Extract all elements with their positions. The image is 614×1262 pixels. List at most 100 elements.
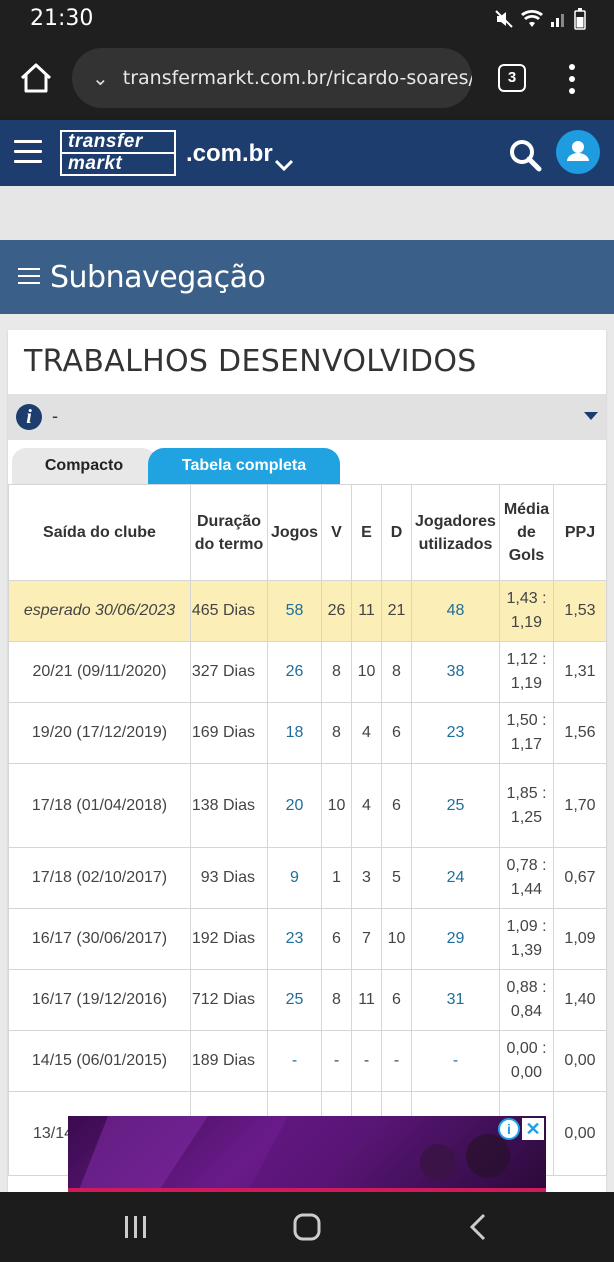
- wins-cell: 8: [321, 969, 352, 1031]
- games-link[interactable]: 58: [267, 580, 322, 642]
- table-row: 20/21 (09/11/2020) 327 Dias 26 8 10 8 38…: [8, 641, 607, 703]
- search-icon[interactable]: [508, 138, 542, 172]
- table-row: 16/17 (30/06/2017) 192 Dias 23 6 7 10 29…: [8, 908, 607, 970]
- table-row: 14/15 (06/01/2015) 189 Dias - - - - - 0,…: [8, 1030, 607, 1092]
- ad-close-icon[interactable]: ✕: [522, 1118, 544, 1140]
- subnav-menu-icon: [18, 268, 40, 286]
- user-account-icon[interactable]: [556, 130, 600, 174]
- site-header: transfer markt .com.br: [0, 120, 614, 186]
- losses-cell: 6: [381, 702, 412, 764]
- dropdown-arrow-icon[interactable]: [584, 412, 598, 420]
- losses-cell: -: [381, 1030, 412, 1092]
- duration-cell: 93 Dias: [190, 847, 268, 909]
- players-link[interactable]: 29: [411, 908, 500, 970]
- back-nav-icon[interactable]: [466, 1212, 490, 1242]
- col-header[interactable]: Jogadores utilizados: [411, 484, 500, 581]
- mute-icon: [495, 10, 513, 28]
- losses-cell: 6: [381, 763, 412, 848]
- players-link[interactable]: 25: [411, 763, 500, 848]
- duration-cell: 169 Dias: [190, 702, 268, 764]
- home-nav-icon[interactable]: [292, 1212, 322, 1242]
- players-link[interactable]: 48: [411, 580, 500, 642]
- col-header[interactable]: Duração do termo: [190, 484, 268, 581]
- info-icon[interactable]: i: [16, 404, 42, 430]
- duration-cell: 327 Dias: [190, 641, 268, 703]
- browser-toolbar: ⌄ transfermarkt.com.br/ricardo-soares/ 3: [0, 38, 614, 120]
- games-link[interactable]: 23: [267, 908, 322, 970]
- draws-cell: 4: [351, 763, 382, 848]
- losses-cell: 8: [381, 641, 412, 703]
- exit-cell: 16/17 (19/12/2016): [8, 969, 191, 1031]
- ppg-cell: 1,53: [553, 580, 607, 642]
- losses-cell: 6: [381, 969, 412, 1031]
- ppg-cell: 1,56: [553, 702, 607, 764]
- players-link[interactable]: 23: [411, 702, 500, 764]
- signal-icon: [551, 14, 564, 27]
- table-header-row: Saída do clube Duração do termo Jogos V …: [8, 484, 607, 581]
- table-row: 17/18 (02/10/2017) 93 Dias 9 1 3 5 24 0,…: [8, 847, 607, 909]
- games-link[interactable]: 18: [267, 702, 322, 764]
- ad-banner[interactable]: i ✕: [68, 1116, 546, 1192]
- avg-goals-cell: 0,88 : 0,84: [499, 969, 554, 1031]
- ppg-cell: 1,09: [553, 908, 607, 970]
- wins-cell: 26: [321, 580, 352, 642]
- col-header[interactable]: D: [381, 484, 412, 581]
- col-header[interactable]: Média de Gols: [499, 484, 554, 581]
- menu-icon[interactable]: [14, 140, 42, 164]
- subnav-label: Subnavegação: [50, 260, 266, 295]
- games-link[interactable]: -: [267, 1030, 322, 1092]
- col-header[interactable]: V: [321, 484, 352, 581]
- subnavigation-bar[interactable]: Subnavegação: [0, 240, 614, 314]
- avg-goals-cell: 0,00 : 0,00: [499, 1030, 554, 1092]
- games-link[interactable]: 9: [267, 847, 322, 909]
- url-text[interactable]: transfermarkt.com.br/ricardo-soares/: [123, 67, 472, 89]
- wins-cell: 6: [321, 908, 352, 970]
- draws-cell: 10: [351, 641, 382, 703]
- games-link[interactable]: 26: [267, 641, 322, 703]
- wifi-icon: [521, 9, 543, 27]
- ad-artwork: [78, 1116, 510, 1192]
- tab-tabela-completa[interactable]: Tabela completa: [148, 448, 340, 484]
- system-nav-bar: [0, 1192, 614, 1262]
- home-icon[interactable]: [18, 60, 54, 96]
- address-bar[interactable]: ⌄ transfermarkt.com.br/ricardo-soares/: [72, 48, 472, 108]
- players-link[interactable]: -: [411, 1030, 500, 1092]
- avg-goals-cell: 1,85 : 1,25: [499, 763, 554, 848]
- filter-dropdown[interactable]: i -: [8, 394, 606, 440]
- wins-cell: 1: [321, 847, 352, 909]
- chevron-down-icon[interactable]: [274, 158, 294, 172]
- col-header[interactable]: PPJ: [553, 484, 607, 581]
- duration-cell: 465 Dias: [190, 580, 268, 642]
- spacer-strip: [0, 186, 614, 240]
- col-header[interactable]: E: [351, 484, 382, 581]
- wins-cell: 8: [321, 702, 352, 764]
- losses-cell: 10: [381, 908, 412, 970]
- more-menu-icon[interactable]: [564, 62, 580, 96]
- tab-switcher-button[interactable]: 3: [498, 64, 526, 92]
- col-header[interactable]: Jogos: [267, 484, 322, 581]
- logo-line2: markt: [62, 154, 174, 174]
- col-header[interactable]: Saída do clube: [8, 484, 191, 581]
- players-link[interactable]: 24: [411, 847, 500, 909]
- exit-cell: 17/18 (02/10/2017): [8, 847, 191, 909]
- chevron-down-icon[interactable]: ⌄: [92, 66, 109, 91]
- players-link[interactable]: 31: [411, 969, 500, 1031]
- duration-cell: 138 Dias: [190, 763, 268, 848]
- games-link[interactable]: 25: [267, 969, 322, 1031]
- table-row: 19/20 (17/12/2019) 169 Dias 18 8 4 6 23 …: [8, 702, 607, 764]
- draws-cell: 7: [351, 908, 382, 970]
- losses-cell: 5: [381, 847, 412, 909]
- tab-compacto[interactable]: Compacto: [12, 448, 156, 484]
- players-link[interactable]: 38: [411, 641, 500, 703]
- site-logo[interactable]: transfer markt: [60, 130, 176, 176]
- ad-info-icon[interactable]: i: [498, 1118, 520, 1140]
- games-link[interactable]: 20: [267, 763, 322, 848]
- exit-cell: esperado 30/06/2023: [8, 580, 191, 642]
- domain-selector[interactable]: .com.br: [186, 140, 273, 168]
- duration-cell: 189 Dias: [190, 1030, 268, 1092]
- ppg-cell: 1,40: [553, 969, 607, 1031]
- recent-apps-icon[interactable]: [122, 1214, 150, 1240]
- exit-cell: 14/15 (06/01/2015): [8, 1030, 191, 1092]
- wins-cell: 10: [321, 763, 352, 848]
- wins-cell: 8: [321, 641, 352, 703]
